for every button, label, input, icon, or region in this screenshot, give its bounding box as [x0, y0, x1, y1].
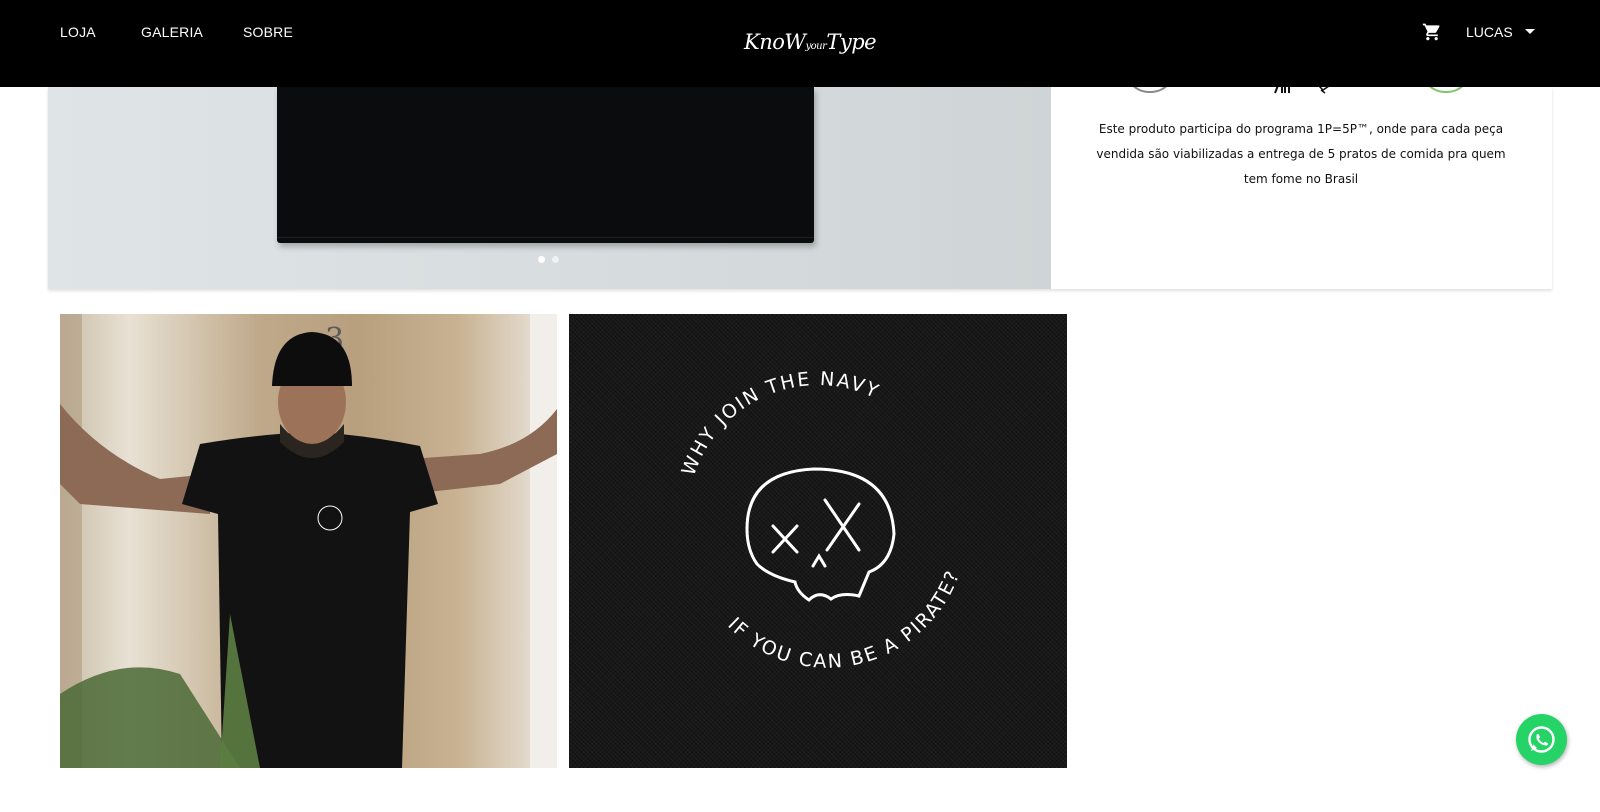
user-menu-label[interactable]: LUCAS: [1466, 24, 1513, 40]
skull-icon: [745, 467, 896, 602]
nav-link-loja[interactable]: LOJA: [60, 24, 96, 40]
brand-logo[interactable]: KnoWyourType: [744, 30, 877, 54]
nav-link-sobre[interactable]: SOBRE: [243, 24, 293, 40]
carousel-dot-1[interactable]: [538, 256, 545, 263]
caret-down-icon[interactable]: [1525, 29, 1535, 34]
product-image-carousel[interactable]: [48, 87, 1051, 289]
product-program-description: Este produto participa do programa 1P=5P…: [1096, 122, 1506, 186]
model-illustration: [60, 314, 557, 768]
product-shirt-image: [277, 87, 814, 243]
gallery-photo-print-detail[interactable]: WHY JOIN THE NAVY IF YOU CAN BE A PIRATE…: [569, 314, 1067, 768]
whatsapp-icon: [1528, 726, 1555, 753]
product-card: Este produto participa do programa 1P=5P…: [48, 69, 1552, 289]
print-text-bottom: IF YOU CAN BE A PIRATE?: [724, 567, 965, 673]
whatsapp-button[interactable]: [1516, 714, 1567, 765]
logo-part-3: Type: [826, 30, 877, 54]
cart-icon[interactable]: [1422, 22, 1442, 42]
shirt-hem: [277, 237, 814, 238]
navy-pirate-print: WHY JOIN THE NAVY IF YOU CAN BE A PIRATE…: [678, 368, 965, 673]
product-info-panel: Este produto participa do programa 1P=5P…: [1051, 69, 1552, 289]
carousel-dot-2[interactable]: [552, 256, 559, 263]
top-navigation-bar: LOJA GALERIA SOBRE KnoWyourType LUCAS: [0, 0, 1600, 87]
logo-part-1: KnoW: [744, 30, 806, 54]
nav-link-galeria[interactable]: GALERIA: [141, 24, 203, 40]
gallery-photo-model[interactable]: 3: [60, 314, 557, 768]
print-text-top: WHY JOIN THE NAVY: [678, 368, 884, 479]
logo-part-2: your: [805, 41, 827, 52]
